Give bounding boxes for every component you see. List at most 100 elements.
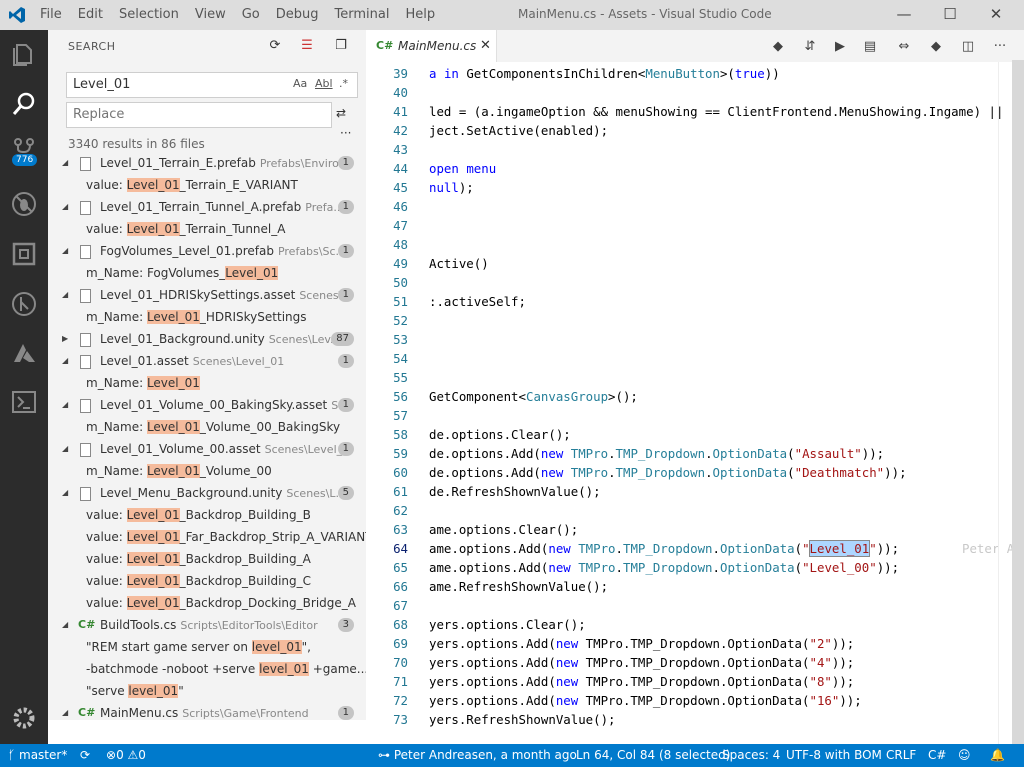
chevron-down-icon[interactable]: ◢ — [62, 350, 68, 372]
refresh-icon[interactable]: ⟳ — [266, 38, 284, 56]
code-line[interactable]: 64 ame.options.Add(new TMPro.TMP_Dropdown… — [366, 539, 1024, 558]
result-file-row[interactable]: ◢Level_01_Volume_00_BakingSky.assetS...1 — [48, 394, 366, 416]
code-line[interactable]: 55 — [366, 368, 1024, 387]
run-icon[interactable]: ▶ — [832, 39, 848, 55]
explorer-icon[interactable] — [10, 40, 38, 68]
code-line[interactable]: 45 null); — [366, 178, 1024, 197]
chevron-down-icon[interactable]: ◢ — [62, 240, 68, 262]
notifications-bell-icon[interactable]: 🔔 — [990, 748, 1005, 762]
git-compare-icon[interactable]: ◆ — [770, 39, 786, 55]
code-line[interactable]: 68 yers.options.Clear(); — [366, 615, 1024, 634]
replace-field[interactable] — [66, 102, 332, 128]
code-line[interactable]: 52 — [366, 311, 1024, 330]
code-line[interactable]: 50 — [366, 273, 1024, 292]
chevron-down-icon[interactable]: ◢ — [62, 284, 68, 306]
code-line[interactable]: 66 ame.RefreshShownValue(); — [366, 577, 1024, 596]
chevron-down-icon[interactable]: ◢ — [62, 702, 68, 720]
sync-icon[interactable]: ⟳ — [80, 748, 90, 762]
terminal-icon[interactable] — [10, 388, 38, 416]
cursor-position-status[interactable]: Ln 64, Col 84 (8 selected) — [576, 748, 730, 762]
branch-status[interactable]: ᚶ master* — [8, 748, 67, 762]
chevron-right-icon[interactable]: ▶ — [62, 328, 68, 350]
code-line[interactable]: 51:.activeSelf; — [366, 292, 1024, 311]
result-file-row[interactable]: ◢ Level_01_Volume_00.asset Scenes\Level_..… — [48, 438, 366, 460]
code-editor[interactable]: 39 a in GetComponentsInChildren<MenuButto… — [366, 62, 1024, 744]
code-line[interactable]: 44 open menu — [366, 159, 1024, 178]
code-line[interactable]: 73 yers.RefreshShownValue(); — [366, 710, 1024, 729]
code-line[interactable]: 39 a in GetComponentsInChildren<MenuButto… — [366, 64, 1024, 83]
chevron-down-icon[interactable]: ◢ — [62, 394, 68, 416]
tab-mainmenu-cs[interactable]: C# MainMenu.cs ✕ — [366, 30, 497, 62]
result-file-row[interactable]: ▶ Level_01_Background.unity Scenes\Lev... 8… — [48, 328, 366, 350]
result-match-row[interactable]: m_Name: FogVolumes_Level_01 — [48, 262, 366, 284]
whole-word-toggle[interactable]: Abl — [315, 77, 333, 90]
result-file-row[interactable]: ◢ C# MainMenu.cs Scripts\Game\Frontend 1 — [48, 702, 366, 720]
result-match-row[interactable]: value: Level_01_Terrain_E_VARIANT — [48, 174, 366, 196]
menu-terminal[interactable]: Terminal — [335, 7, 390, 22]
encoding-status[interactable]: UTF-8 with BOM — [786, 748, 882, 762]
code-line[interactable]: 49 Active() — [366, 254, 1024, 273]
result-match-row[interactable]: value: Level_01_Far_Backdrop_Strip_A_VAR… — [48, 526, 366, 548]
replace-all-icon[interactable]: ⇄ — [336, 106, 352, 122]
search-icon[interactable] — [10, 90, 38, 118]
result-file-row[interactable]: ◢ Level_Menu_Background.unity Scenes\L... 5 — [48, 482, 366, 504]
code-line[interactable]: 72 yers.options.Add(new TMPro.TMP_Dropdow… — [366, 691, 1024, 710]
debug-icon[interactable] — [10, 190, 38, 218]
regex-toggle[interactable]: .* — [339, 77, 348, 90]
result-match-row[interactable]: value: Level_01_Backdrop_Building_A — [48, 548, 366, 570]
code-line[interactable]: 43 — [366, 140, 1024, 159]
azure-icon[interactable] — [10, 340, 38, 368]
result-match-row[interactable]: value: Level_01_Backdrop_Building_C — [48, 570, 366, 592]
result-match-row[interactable]: value: Level_01_Backdrop_Building_B — [48, 504, 366, 526]
indentation-status[interactable]: Spaces: 4 — [722, 748, 780, 762]
search-input[interactable] — [71, 76, 275, 93]
code-line[interactable]: 69 yers.options.Add(new TMPro.TMP_Dropdow… — [366, 634, 1024, 653]
chevron-down-icon[interactable]: ◢ — [62, 196, 68, 218]
problems-status[interactable]: ⊗0 ⚠0 — [106, 748, 146, 762]
result-match-row[interactable]: "serve level_01" — [48, 680, 366, 702]
git-commit-icon[interactable]: ◆ — [928, 39, 944, 55]
git-history-icon[interactable] — [10, 290, 38, 318]
maximize-button[interactable]: ☐ — [940, 5, 960, 23]
result-file-row[interactable]: ◢ FogVolumes_Level_01.prefab Prefabs\Sc...… — [48, 240, 366, 262]
match-case-toggle[interactable]: Aa — [293, 77, 307, 90]
eol-status[interactable]: CRLF — [886, 748, 916, 762]
menu-file[interactable]: File — [40, 7, 62, 22]
minimize-button[interactable]: — — [894, 5, 914, 23]
result-file-row[interactable]: ◢ Level_01_Terrain_Tunnel_A.prefab Prefa..… — [48, 196, 366, 218]
collapse-all-icon[interactable]: ❐ — [332, 38, 350, 56]
chevron-down-icon[interactable]: ◢ — [62, 482, 68, 504]
close-window-button[interactable]: ✕ — [986, 5, 1006, 23]
chevron-down-icon[interactable]: ◢ — [62, 152, 68, 174]
extensions-icon[interactable] — [10, 240, 38, 268]
preview-icon[interactable]: ▤ — [862, 39, 878, 55]
split-editor-icon[interactable]: ◫ — [960, 39, 976, 55]
result-file-row[interactable]: ◢ Level_01.asset Scenes\Level_01 1 — [48, 350, 366, 372]
git-blame-status[interactable]: ⊶ Peter Andreasen, a month ago — [378, 748, 577, 762]
code-line[interactable]: 60 de.options.Add(new TMPro.TMP_Dropdown.… — [366, 463, 1024, 482]
code-line[interactable]: 58 de.options.Clear(); — [366, 425, 1024, 444]
code-line[interactable]: 63 ame.options.Clear(); — [366, 520, 1024, 539]
menu-help[interactable]: Help — [405, 7, 435, 22]
toggle-blame-icon[interactable]: ⇔ — [896, 39, 912, 55]
code-line[interactable]: 42 ject.SetActive(enabled); — [366, 121, 1024, 140]
more-actions-icon[interactable]: ··· — [992, 39, 1008, 55]
search-field[interactable]: Aa Abl .* — [66, 72, 358, 98]
language-status[interactable]: C# — [928, 748, 946, 762]
more-options-icon[interactable]: ··· — [340, 126, 351, 140]
code-line[interactable]: 57 — [366, 406, 1024, 425]
result-file-row[interactable]: ◢ C# BuildTools.cs Scripts\EditorTools\Edit… — [48, 614, 366, 636]
close-tab-icon[interactable]: ✕ — [480, 38, 491, 53]
replace-input[interactable] — [71, 106, 275, 123]
code-line[interactable]: 41 led = (a.ingameOption && menuShowing =… — [366, 102, 1024, 121]
code-line[interactable]: 48 — [366, 235, 1024, 254]
code-line[interactable]: 47 — [366, 216, 1024, 235]
code-line[interactable]: 62 — [366, 501, 1024, 520]
result-match-row[interactable]: value: Level_01_Backdrop_Docking_Bridge_… — [48, 592, 366, 614]
result-match-row[interactable]: m_Name: Level_01_Volume_00 — [48, 460, 366, 482]
code-line[interactable]: 61 de.RefreshShownValue(); — [366, 482, 1024, 501]
code-line[interactable]: 54 — [366, 349, 1024, 368]
menu-selection[interactable]: Selection — [119, 7, 179, 22]
code-line[interactable]: 70 yers.options.Add(new TMPro.TMP_Dropdow… — [366, 653, 1024, 672]
clear-results-icon[interactable]: ☰ — [298, 38, 316, 56]
